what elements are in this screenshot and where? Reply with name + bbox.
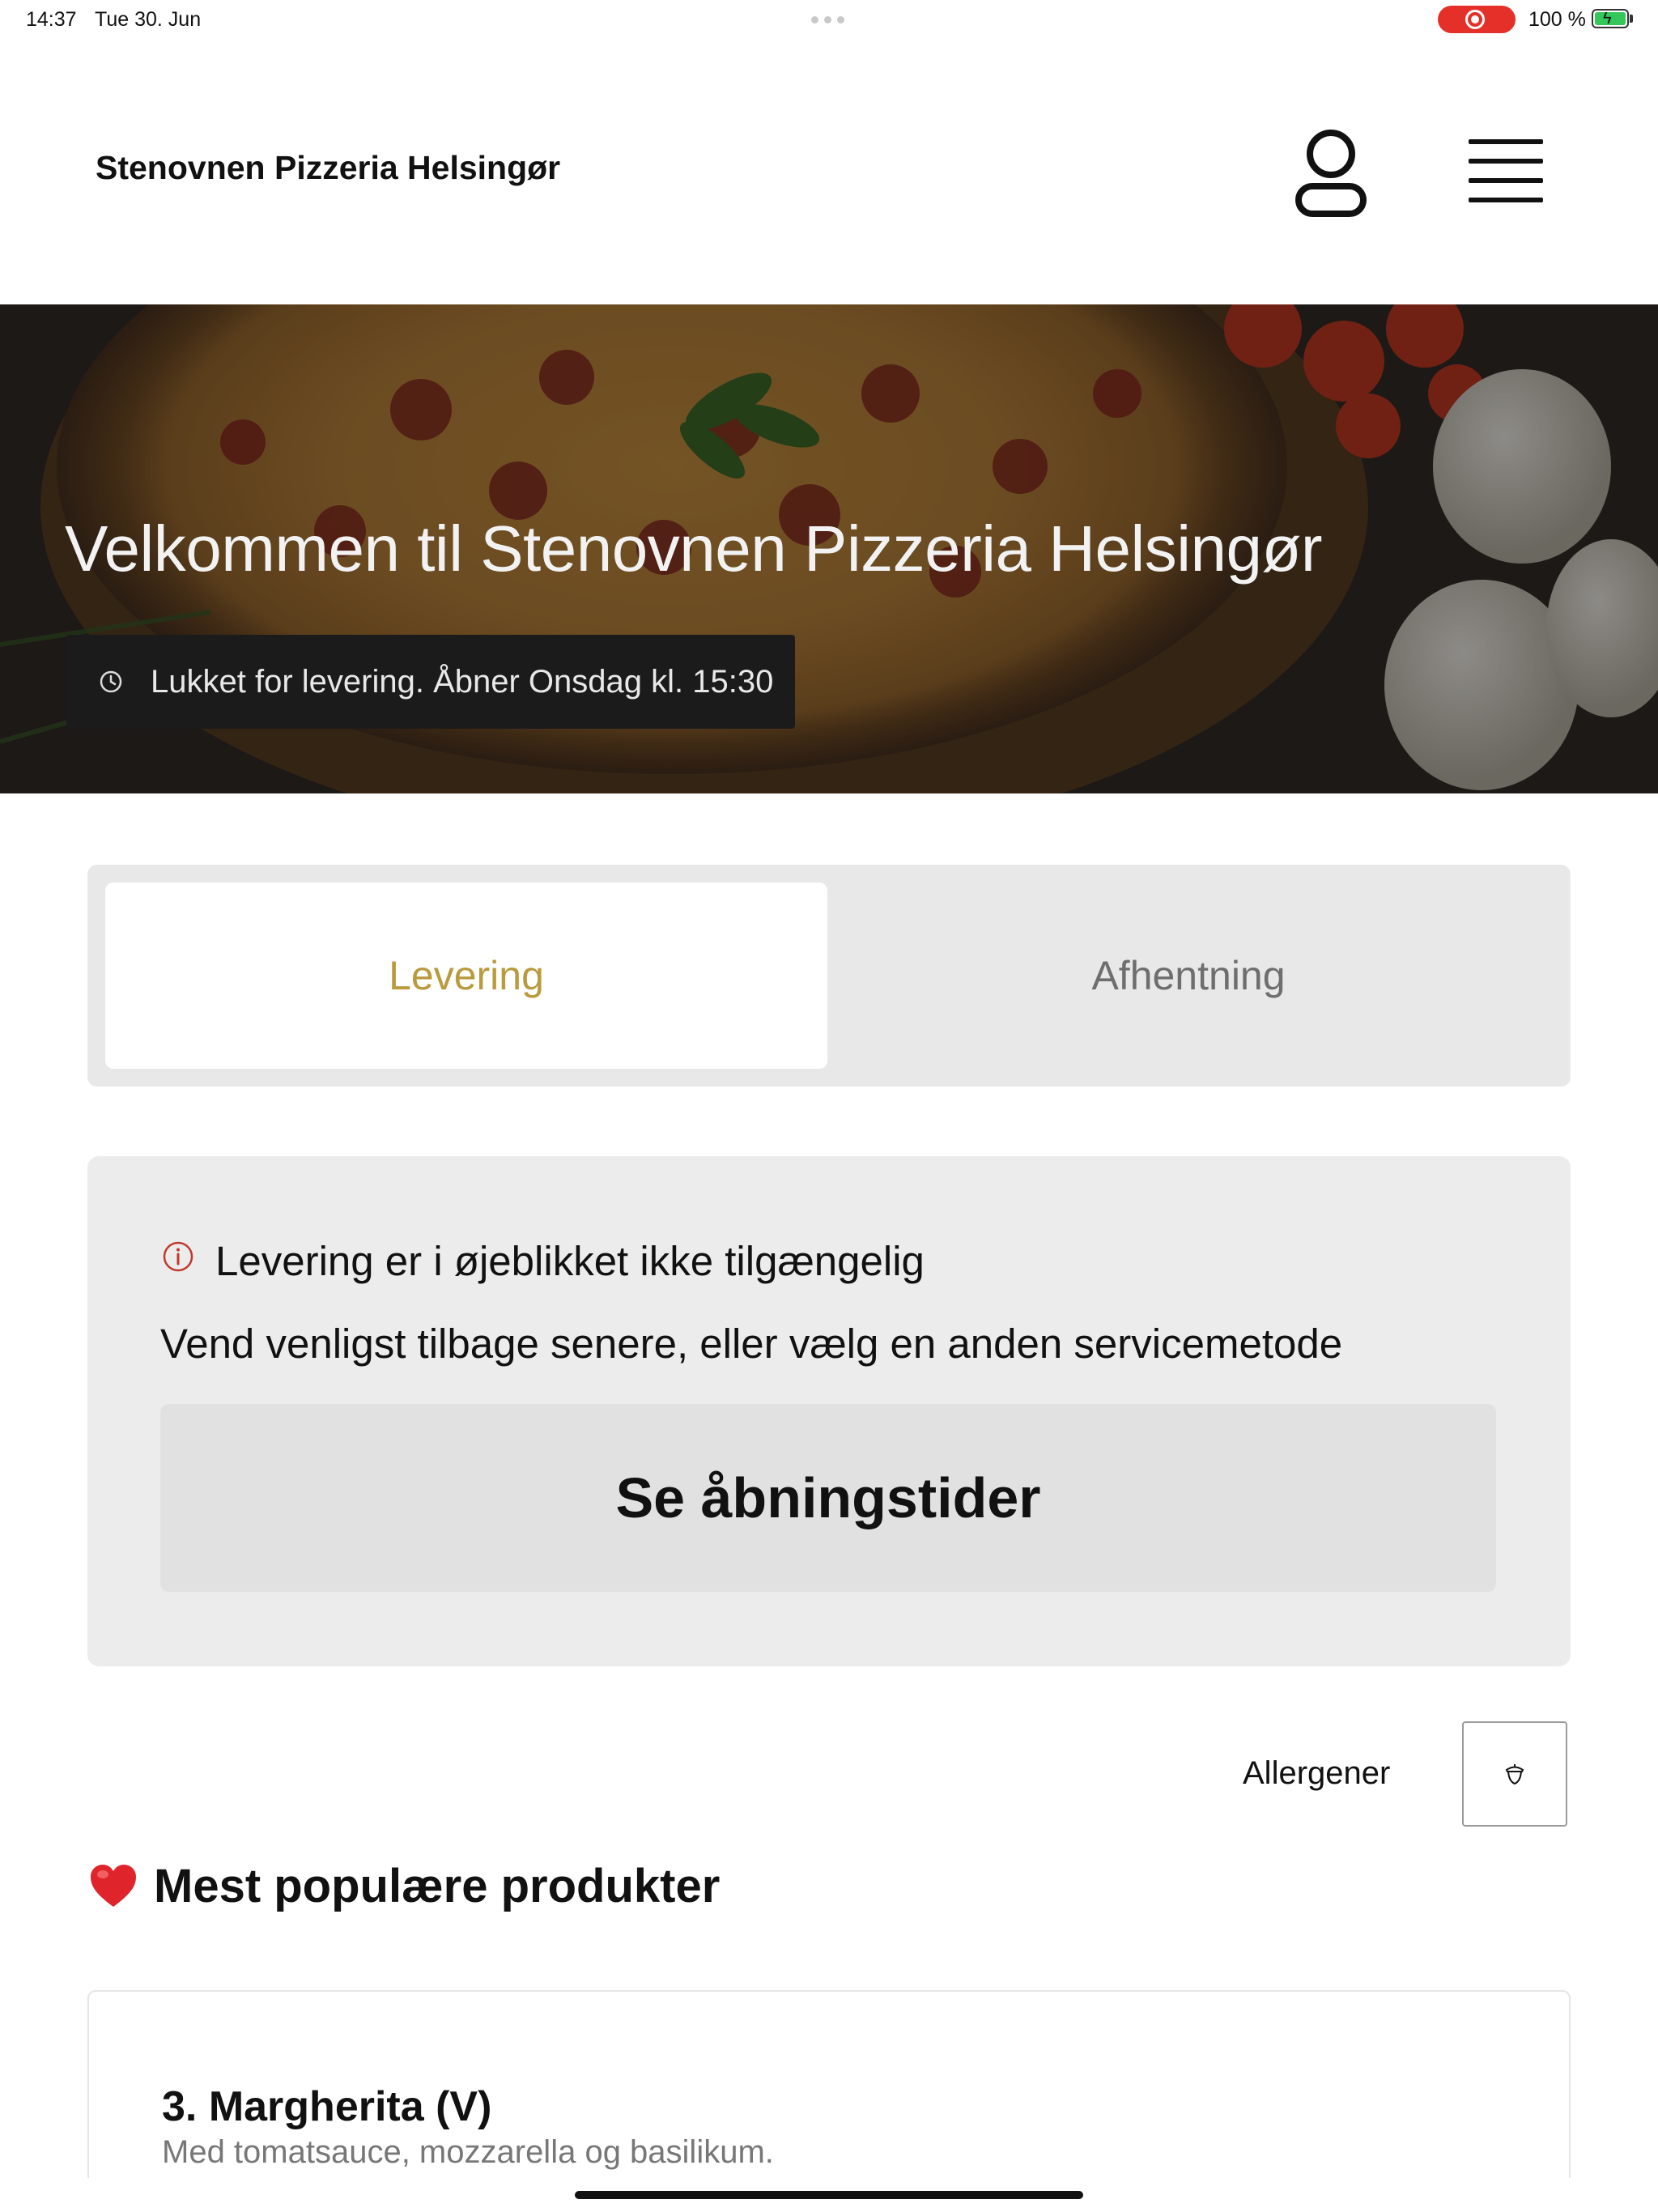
site-header: Stenovnen Pizzeria Helsingør xyxy=(0,39,1658,304)
tab-afhentning[interactable]: Afhentning xyxy=(827,883,1550,1069)
battery-icon: ϟ xyxy=(1592,9,1629,28)
notice-text: Vend venligst tilbage senere, eller vælg… xyxy=(160,1321,1343,1367)
info-icon xyxy=(163,1241,193,1272)
product-name: 3. Margherita (V) xyxy=(162,2083,492,2130)
clock-icon xyxy=(100,670,122,693)
delivery-unavailable-notice: Levering er i øjeblikket ikke tilgængeli… xyxy=(87,1156,1571,1666)
screen-recording-indicator[interactable] xyxy=(1438,6,1516,33)
status-time: 14:37 xyxy=(26,8,77,31)
hamburger-menu-icon xyxy=(1469,139,1543,144)
hero-banner: Velkommen til Stenovnen Pizzeria Helsing… xyxy=(0,304,1658,793)
hero-title: Velkommen til Stenovnen Pizzeria Helsing… xyxy=(65,513,1323,585)
opening-status-banner: Lukket for levering. Åbner Onsdag kl. 15… xyxy=(66,635,795,729)
acorn-icon xyxy=(1505,1764,1524,1785)
allergens-button[interactable] xyxy=(1462,1721,1567,1827)
status-date: Tue 30. Jun xyxy=(95,8,202,31)
popular-products-title: Mest populære produkter xyxy=(89,1859,720,1913)
service-method-tabs: Levering Afhentning xyxy=(87,865,1571,1087)
multitasking-handle[interactable] xyxy=(811,16,844,23)
product-description: Med tomatsauce, mozzarella og basilikum. xyxy=(162,2134,774,2170)
battery-percentage: 100 % xyxy=(1528,8,1586,31)
user-icon xyxy=(1295,130,1367,217)
menu-button[interactable] xyxy=(1465,136,1546,209)
tab-levering[interactable]: Levering xyxy=(105,883,827,1069)
allergens-label: Allergener xyxy=(1243,1755,1391,1791)
popular-products-label: Mest populære produkter xyxy=(154,1860,721,1912)
notice-title: Levering er i øjeblikket ikke tilgængeli… xyxy=(215,1238,925,1284)
brand-name[interactable]: Stenovnen Pizzeria Helsingør xyxy=(96,149,560,187)
account-button[interactable] xyxy=(1290,125,1371,222)
opening-hours-button[interactable]: Se åbningstider xyxy=(160,1404,1496,1592)
heart-icon xyxy=(91,1864,136,1907)
opening-status-text: Lukket for levering. Åbner Onsdag kl. 15… xyxy=(151,663,774,700)
home-indicator[interactable] xyxy=(575,2191,1083,2199)
status-bar: 14:37 Tue 30. Jun 100 % ϟ xyxy=(0,0,1658,39)
